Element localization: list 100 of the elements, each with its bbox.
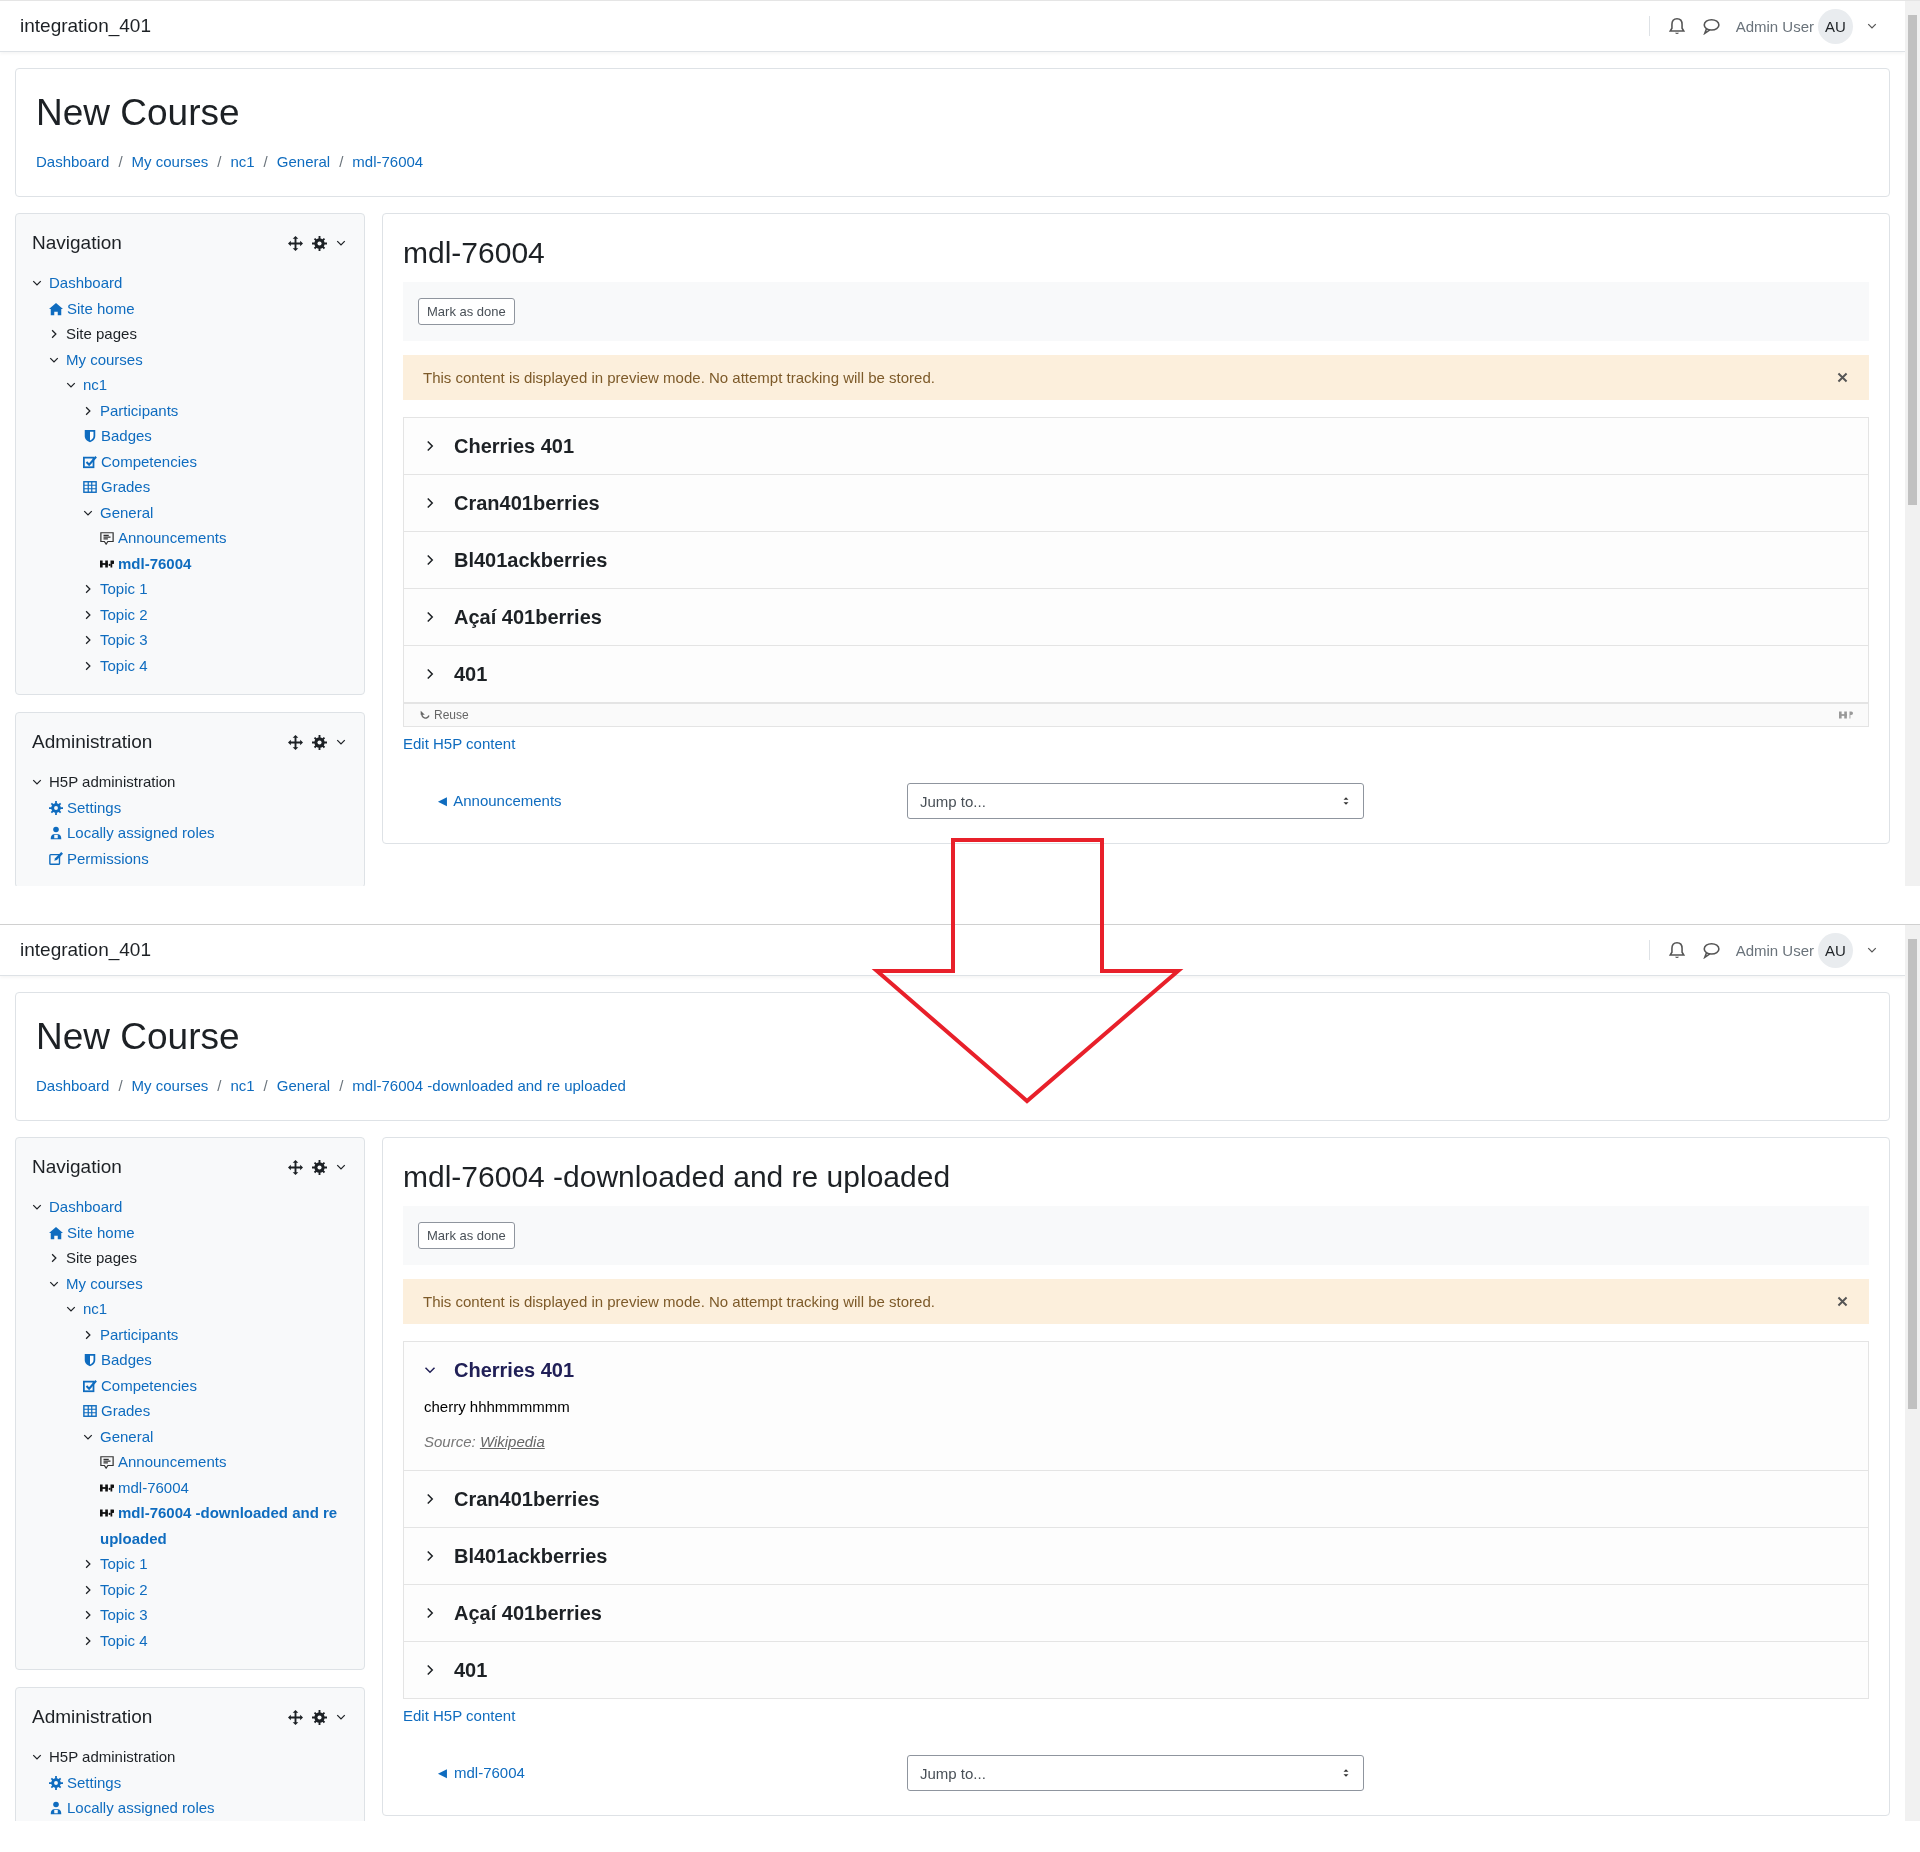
refresh-icon [420,709,431,721]
activity-title: mdl-76004 -downloaded and re uploaded [403,1160,952,1195]
breadcrumb-separator: / [118,153,123,171]
tree-link[interactable]: Site home [49,295,348,322]
move-icon [288,734,303,750]
checkbox-icon [83,454,97,469]
tree-link[interactable]: Participants [100,1325,179,1343]
user-avatar[interactable]: AU [1818,8,1853,44]
settings-icon [49,1775,63,1790]
tree-link[interactable]: Site home [49,1219,348,1246]
edit-link[interactable]: Edit H5P content [403,735,516,753]
breadcrumb-link[interactable]: Dashboard [36,153,110,171]
tree-link[interactable]: Topic 4 [100,656,148,674]
jump-select[interactable]: Jump to... [907,1755,1364,1792]
breadcrumb-separator: / [339,153,344,171]
tree-link[interactable]: mdl-76004 [100,550,348,577]
site-name[interactable]: integration_401 [20,15,151,37]
tree-link[interactable]: Topic 3 [100,1606,148,1624]
user-name[interactable]: Admin User [1735,17,1814,35]
source-link[interactable]: Wikipedia [479,1433,545,1451]
jump-select[interactable]: Jump to... [907,783,1364,820]
close-icon[interactable] [1836,371,1849,385]
breadcrumb-separator: / [217,1077,222,1095]
breadcrumb-link[interactable]: General [276,1077,331,1095]
tree-link[interactable]: Topic 3 [100,631,148,649]
tree-link[interactable]: Topic 1 [100,1555,148,1573]
breadcrumb-separator: / [118,1077,123,1095]
settings-icon [312,734,327,750]
mark-done-button[interactable]: Mark as done [418,298,515,326]
site-name[interactable]: integration_401 [20,939,151,961]
bell-icon [1667,941,1686,959]
tree-link[interactable]: Topic 2 [100,605,148,623]
breadcrumb-link[interactable]: nc1 [230,1077,255,1095]
tree-label[interactable]: H5P administration [49,1748,176,1766]
tree-link[interactable]: mdl-76004 -downloaded and re uploaded [100,1500,348,1552]
shield-icon [83,1353,97,1368]
move-icon [288,1709,303,1725]
tree-link[interactable]: Participants [100,401,179,419]
block-title: Navigation [32,1156,122,1179]
checkbox-icon [83,1378,97,1393]
tree-link[interactable]: Dashboard [49,274,123,292]
block-title: Administration [32,1706,153,1729]
tree-link[interactable]: General [100,1427,154,1445]
tree-link[interactable]: Settings [49,1769,348,1796]
speech-bubble-icon [100,1455,114,1470]
breadcrumb-link[interactable]: Dashboard [36,1077,110,1095]
breadcrumb-link[interactable]: mdl-76004 [352,153,424,171]
tree-link[interactable]: Topic 2 [100,1580,148,1598]
edit-link[interactable]: Edit H5P content [403,1707,516,1725]
user-avatar[interactable]: AU [1818,932,1853,968]
tree-link[interactable]: Dashboard [49,1198,123,1216]
tree-link[interactable]: My courses [66,1274,143,1292]
caret-icon [1867,945,1877,955]
scrollbar[interactable] [1905,925,1920,1821]
tree-link[interactable]: Grades [83,1398,348,1424]
mark-done-button[interactable]: Mark as done [418,1222,515,1250]
tree-link[interactable]: Grades [83,474,348,500]
alert-text: This content is displayed in preview mode. No attempt tracking will be stored. [423,369,935,387]
tree-link[interactable]: Locally assigned roles [49,1795,348,1821]
tree-link[interactable]: nc1 [83,376,108,394]
breadcrumb-link[interactable]: nc1 [230,153,255,171]
table-icon [83,1404,97,1419]
tree-link[interactable]: Competencies [83,1372,348,1399]
tree-link[interactable]: Settings [49,794,348,821]
reuse-button[interactable]: Reuse [420,708,469,723]
tree-label[interactable]: Site pages [66,1249,137,1267]
breadcrumb-link[interactable]: My courses [131,1077,209,1095]
tree-link[interactable]: mdl-76004 [100,1474,348,1501]
course-title: New Course [36,91,241,135]
tree-link[interactable]: General [100,503,154,521]
tree-link[interactable]: Locally assigned roles [49,820,348,846]
person-icon [49,1801,63,1816]
tree-link[interactable]: Badges [83,1347,348,1373]
tree-link[interactable]: Announcements [100,525,348,551]
course-title: New Course [36,1015,241,1059]
home-icon [49,301,63,316]
tree-label[interactable]: H5P administration [49,773,176,791]
tree-label[interactable]: Site pages [66,325,137,343]
breadcrumb-link[interactable]: mdl-76004 -downloaded and re uploaded [352,1077,626,1095]
previous-activity-link[interactable]: ◄ mdl-76004 [435,1764,525,1782]
user-name[interactable]: Admin User [1735,941,1814,959]
settings-icon [312,235,327,251]
breadcrumb-separator: / [263,1077,268,1095]
tree-link[interactable]: Topic 4 [100,1631,148,1649]
previous-activity-link[interactable]: ◄ Announcements [435,792,562,810]
block-title: Administration [32,731,153,754]
breadcrumb-link[interactable]: General [276,153,331,171]
tree-link[interactable]: nc1 [83,1300,108,1318]
tree-link[interactable]: Topic 1 [100,580,148,598]
tree-link[interactable]: My courses [66,350,143,368]
close-icon[interactable] [1836,1295,1849,1309]
scrollbar[interactable] [1905,1,1920,886]
tree-link[interactable]: Competencies [83,448,348,475]
edit-icon [49,851,63,866]
source-label: Source: [424,1433,476,1451]
accordion-text: cherry hhhmmmmmm [424,1398,571,1416]
tree-link[interactable]: Badges [83,423,348,449]
breadcrumb-link[interactable]: My courses [131,153,209,171]
tree-link[interactable]: Announcements [100,1449,348,1475]
tree-link[interactable]: Permissions [49,845,348,872]
